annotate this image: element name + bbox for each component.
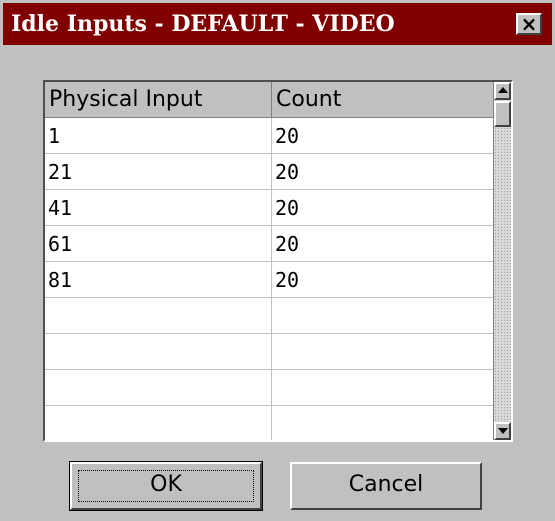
- close-button[interactable]: ×: [516, 12, 542, 36]
- table-row[interactable]: 81 20: [45, 262, 495, 298]
- table-row[interactable]: [45, 406, 495, 440]
- table-row[interactable]: [45, 370, 495, 406]
- count-cell[interactable]: 20: [272, 190, 495, 225]
- arrow-up-icon: [498, 87, 508, 93]
- table-row[interactable]: 1 20: [45, 118, 495, 154]
- arrow-down-icon: [498, 428, 508, 434]
- physical-input-cell[interactable]: [45, 334, 272, 369]
- scroll-down-button[interactable]: [494, 422, 511, 440]
- table-row[interactable]: 41 20: [45, 190, 495, 226]
- table-row[interactable]: 61 20: [45, 226, 495, 262]
- title-bar[interactable]: Idle Inputs - DEFAULT - VIDEO ×: [3, 3, 552, 45]
- count-cell[interactable]: 20: [272, 154, 495, 189]
- column-header-count[interactable]: Count: [272, 82, 495, 117]
- physical-input-cell[interactable]: [45, 406, 272, 440]
- idle-inputs-dialog: Idle Inputs - DEFAULT - VIDEO × Physical…: [0, 0, 555, 521]
- table-row[interactable]: 21 20: [45, 154, 495, 190]
- column-header-physical-input[interactable]: Physical Input: [45, 82, 272, 117]
- physical-input-cell[interactable]: 41: [45, 190, 272, 225]
- physical-input-cell[interactable]: 21: [45, 154, 272, 189]
- count-cell[interactable]: [272, 298, 495, 333]
- physical-input-cell[interactable]: 61: [45, 226, 272, 261]
- count-cell[interactable]: 20: [272, 226, 495, 261]
- physical-input-cell[interactable]: [45, 370, 272, 405]
- count-cell[interactable]: [272, 406, 495, 440]
- table-row[interactable]: [45, 334, 495, 370]
- physical-input-cell[interactable]: 1: [45, 118, 272, 153]
- count-cell[interactable]: 20: [272, 118, 495, 153]
- close-icon: ×: [520, 12, 538, 36]
- grid-header: Physical Input Count: [45, 82, 495, 118]
- scroll-thumb[interactable]: [494, 101, 511, 127]
- scroll-up-button[interactable]: [494, 82, 511, 100]
- physical-input-cell[interactable]: [45, 298, 272, 333]
- cancel-button-label: Cancel: [348, 472, 424, 497]
- count-cell[interactable]: [272, 334, 495, 369]
- ok-button[interactable]: OK: [69, 461, 263, 511]
- cancel-button[interactable]: Cancel: [290, 462, 482, 510]
- inputs-grid[interactable]: Physical Input Count 1 20 21 20 41 20 61…: [43, 80, 513, 442]
- grid-rows: 1 20 21 20 41 20 61 20 81 20: [45, 118, 495, 440]
- count-cell[interactable]: 20: [272, 262, 495, 297]
- focus-rect: [78, 470, 254, 502]
- window-title: Idle Inputs - DEFAULT - VIDEO: [11, 11, 395, 37]
- count-cell[interactable]: [272, 370, 495, 405]
- vertical-scrollbar[interactable]: [493, 82, 511, 440]
- physical-input-cell[interactable]: 81: [45, 262, 272, 297]
- table-row[interactable]: [45, 298, 495, 334]
